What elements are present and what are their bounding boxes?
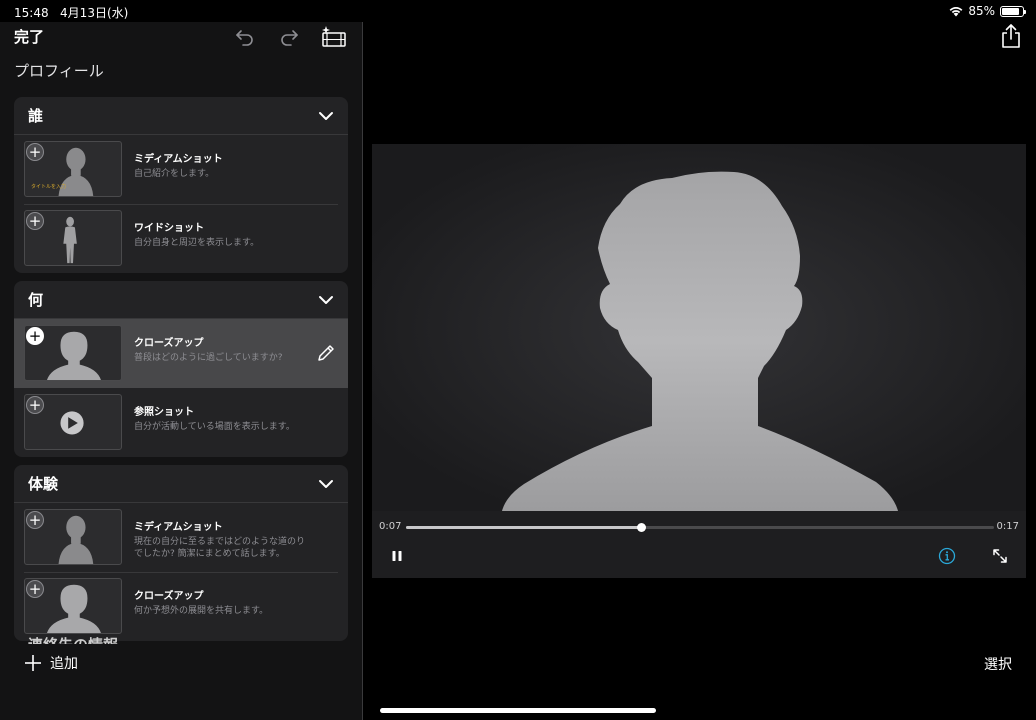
thumbnail: + — [24, 325, 122, 381]
section-title: 誰 — [28, 107, 44, 125]
wifi-icon — [949, 6, 963, 16]
status-right: 85% — [949, 4, 1026, 18]
chevron-down-icon[interactable] — [318, 479, 334, 489]
list-item[interactable]: + 参照ショット 自分が活動している場面を表示します。 — [14, 388, 348, 457]
row-text: ワイドショット 自分自身と周辺を表示します。 — [134, 219, 312, 249]
person-silhouette — [502, 171, 898, 511]
page-title: プロフィール — [14, 62, 104, 80]
add-clip-button[interactable]: + — [26, 327, 44, 345]
expand-icon[interactable] — [991, 547, 1009, 565]
section-header[interactable]: 誰 — [14, 97, 348, 135]
add-clip-button[interactable]: + — [26, 396, 44, 414]
row-subtitle: 自己紹介をします。 — [134, 169, 215, 179]
section-who: 誰 + タイトルを入力 ミディアムショット 自己紹介をします。 + ワイドショッ… — [14, 97, 348, 273]
thumb-caption: タイトルを入力 — [31, 184, 67, 190]
row-text: クローズアップ 普段はどのように過ごしていますか? — [134, 334, 312, 364]
section-header[interactable]: 体験 — [14, 465, 348, 503]
section-experience: 体験 + ミディアムショット 現在の自分に至るまではどのような道のりでしたか? … — [14, 465, 348, 641]
row-text: 参照ショット 自分が活動している場面を表示します。 — [134, 403, 312, 433]
add-label: 追加 — [50, 656, 78, 672]
list-item[interactable]: + ミディアムショット 現在の自分に至るまではどのような道のりでしたか? 簡潔に… — [14, 503, 348, 572]
redo-icon[interactable] — [276, 24, 302, 50]
total-time: 0:17 — [996, 521, 1019, 532]
row-title: ワイドショット — [134, 223, 204, 234]
row-title: ミディアムショット — [134, 522, 223, 533]
undo-icon[interactable] — [232, 24, 258, 50]
add-clip-button[interactable]: + — [26, 212, 44, 230]
row-text: クローズアップ 何か予想外の展開を共有します。 — [134, 587, 312, 617]
share-icon[interactable] — [998, 22, 1024, 50]
section-header[interactable]: 何 — [14, 281, 348, 319]
row-title: 参照ショット — [134, 407, 194, 418]
scrubber-knob[interactable] — [637, 523, 647, 532]
current-time: 0:07 — [379, 521, 402, 532]
select-button[interactable]: 選択 — [984, 654, 1012, 674]
row-title: クローズアップ — [134, 338, 204, 349]
row-subtitle: 自分が活動している場面を表示します。 — [134, 422, 295, 432]
row-subtitle: 普段はどのように過ごしていますか? — [134, 353, 283, 363]
row-text: ミディアムショット 現在の自分に至るまではどのような道のりでしたか? 簡潔にまと… — [134, 518, 312, 560]
status-time: 15:48 4月13日(水) — [14, 6, 129, 20]
home-indicator[interactable] — [380, 708, 656, 713]
add-button[interactable]: 追加 — [24, 653, 78, 673]
pane-divider — [362, 22, 363, 720]
pause-icon[interactable] — [390, 549, 404, 563]
add-clip-button[interactable]: + — [26, 511, 44, 529]
info-icon[interactable] — [938, 547, 956, 565]
section-title: 何 — [28, 291, 44, 309]
list-item[interactable]: + タイトルを入力 ミディアムショット 自己紹介をします。 — [14, 135, 348, 204]
list-item[interactable]: + ワイドショット 自分自身と周辺を表示します。 — [14, 204, 348, 273]
row-text: ミディアムショット 自己紹介をします。 — [134, 150, 312, 180]
video-player: 0:07 0:17 — [372, 144, 1026, 578]
row-subtitle: 何か予想外の展開を共有します。 — [134, 606, 269, 616]
thumbnail: + タイトルを入力 — [24, 141, 122, 197]
battery-percent: 85% — [968, 4, 995, 18]
pencil-icon[interactable] — [316, 343, 336, 363]
chevron-down-icon[interactable] — [318, 295, 334, 305]
row-subtitle: 現在の自分に至るまではどのような道のりでしたか? 簡潔にまとめて話します。 — [134, 537, 306, 559]
battery-icon — [1000, 5, 1026, 17]
row-title: クローズアップ — [134, 591, 204, 602]
list-item[interactable]: + クローズアップ 何か予想外の展開を共有します。 — [14, 572, 348, 641]
player-controls: 0:07 0:17 — [372, 511, 1026, 578]
add-clip-button[interactable]: + — [26, 580, 44, 598]
list-item-selected[interactable]: + クローズアップ 普段はどのように過ごしていますか? — [14, 319, 348, 388]
section-title: 体験 — [28, 475, 59, 493]
thumbnail: + — [24, 509, 122, 565]
section-what: 何 + クローズアップ 普段はどのように過ごしていますか? + 参照ショット 自… — [14, 281, 348, 457]
done-button[interactable]: 完了 — [14, 26, 44, 47]
chevron-down-icon[interactable] — [318, 111, 334, 121]
add-clip-button[interactable]: + — [26, 143, 44, 161]
thumbnail: + — [24, 578, 122, 634]
sparkle-film-icon[interactable] — [319, 24, 349, 50]
status-bar: 15:48 4月13日(水) 85% — [0, 0, 1036, 22]
thumbnail: + — [24, 210, 122, 266]
video-preview[interactable] — [372, 144, 1026, 511]
row-title: ミディアムショット — [134, 154, 223, 165]
row-subtitle: 自分自身と周辺を表示します。 — [134, 238, 260, 248]
scrubber[interactable] — [406, 523, 994, 532]
thumbnail: + — [24, 394, 122, 450]
plus-icon — [25, 655, 41, 671]
